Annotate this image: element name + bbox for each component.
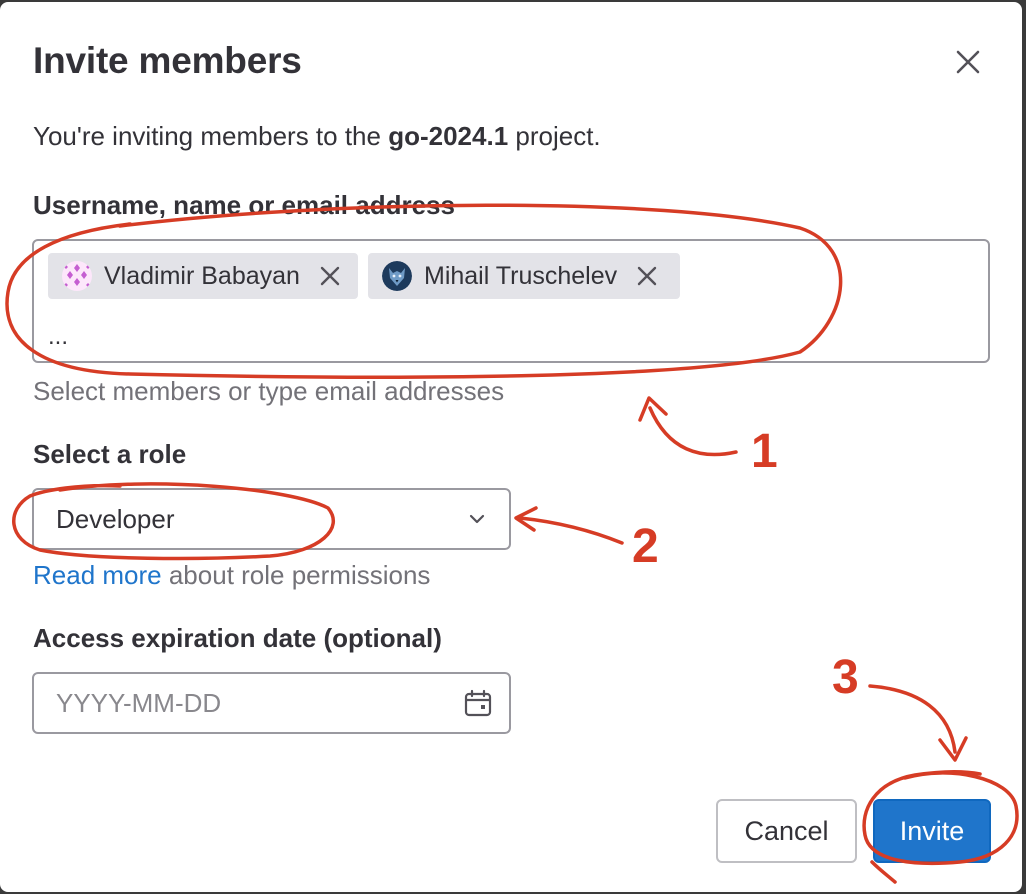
close-button[interactable] [948, 42, 988, 82]
expiration-date-field[interactable] [32, 672, 511, 734]
remove-token-button[interactable] [314, 260, 346, 292]
role-help-text: Read more about role permissions [33, 560, 430, 591]
members-field-label: Username, name or email address [33, 190, 455, 220]
intro-suffix: project. [508, 121, 601, 151]
chevron-down-icon [469, 514, 485, 524]
invite-button[interactable]: Invite [873, 799, 991, 863]
expiration-date-input[interactable] [56, 687, 436, 719]
wolf-avatar [382, 261, 412, 291]
invite-members-modal: Invite members You're inviting members t… [0, 2, 1022, 892]
token-name: Vladimir Babayan [104, 261, 300, 290]
member-token: Mihail Truschelev [368, 253, 680, 299]
modal-title: Invite members [33, 40, 302, 81]
remove-token-button[interactable] [631, 260, 663, 292]
members-search-input[interactable] [48, 323, 448, 351]
token-name: Mihail Truschelev [424, 261, 618, 290]
calendar-icon[interactable] [463, 688, 493, 718]
cancel-button[interactable]: Cancel [716, 799, 857, 863]
close-icon [956, 50, 980, 74]
project-name: go-2024.1 [388, 121, 509, 151]
close-icon [637, 266, 657, 286]
close-icon [320, 266, 340, 286]
role-select-value: Developer [56, 503, 175, 534]
read-more-link[interactable]: Read more [33, 560, 162, 590]
role-help-suffix: about role permissions [161, 560, 431, 590]
intro-prefix: You're inviting members to the [33, 121, 389, 151]
role-select[interactable]: Developer [32, 488, 511, 550]
expiration-field-label: Access expiration date (optional) [33, 623, 442, 653]
members-token-input[interactable]: Vladimir Babayan Mihail Truschelev [32, 239, 990, 363]
role-field-label: Select a role [33, 439, 187, 469]
modal-intro: You're inviting members to the go-2024.1… [33, 121, 601, 152]
pink-pattern-avatar [62, 261, 92, 291]
members-helper-text: Select members or type email addresses [33, 376, 505, 406]
member-token: Vladimir Babayan [48, 253, 358, 299]
